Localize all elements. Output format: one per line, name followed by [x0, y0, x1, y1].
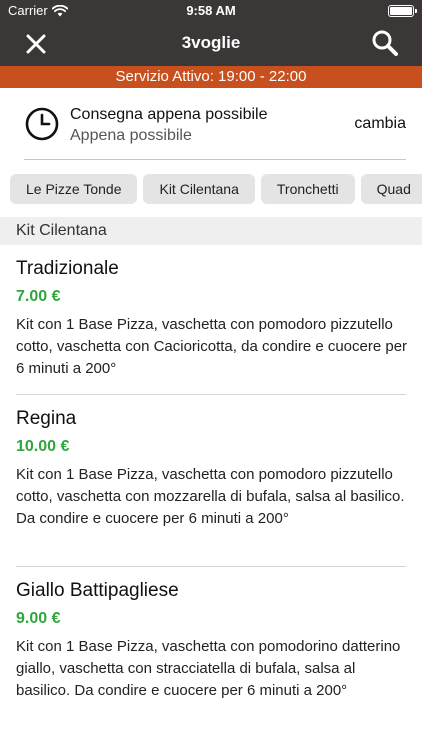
delivery-time-row[interactable]: Consegna appena possibile Appena possibi…	[0, 88, 422, 160]
search-icon	[372, 30, 398, 56]
product-item[interactable]: Tradizionale 7.00 € Kit con 1 Base Pizza…	[0, 258, 422, 388]
product-name: Tradizionale	[16, 258, 119, 279]
divider	[16, 566, 406, 567]
divider	[16, 394, 406, 395]
product-price: 10.00 €	[16, 438, 70, 455]
product-item[interactable]: Regina 10.00 € Kit con 1 Base Pizza, vas…	[0, 408, 422, 560]
divider	[24, 159, 406, 160]
product-name: Regina	[16, 408, 77, 429]
product-description: Kit con 1 Base Pizza, vaschetta con pomo…	[16, 466, 405, 527]
service-hours-banner: Servizio Attivo: 19:00 - 22:00	[0, 66, 422, 88]
product-price: 7.00 €	[16, 288, 61, 305]
category-tab[interactable]: Tronchetti	[260, 174, 355, 204]
page-title: 3voglie	[181, 33, 241, 52]
product-item[interactable]: Giallo Battipagliese 9.00 € Kit con 1 Ba…	[0, 580, 422, 740]
category-tab[interactable]: Le Pizze Tonde	[10, 174, 138, 204]
delivery-time: Appena possibile	[70, 127, 192, 144]
search-button[interactable]	[370, 28, 400, 58]
section-header: Kit Cilentana	[0, 217, 422, 245]
status-bar: Carrier 9:58 AM	[0, 0, 422, 22]
product-price: 9.00 €	[16, 610, 61, 627]
category-tab[interactable]: Kit Cilentana	[143, 174, 255, 204]
clock-icon	[25, 107, 59, 141]
category-tab[interactable]: Quad	[360, 174, 422, 204]
product-description: Kit con 1 Base Pizza, vaschetta con pomo…	[16, 638, 401, 699]
delivery-mode: Consegna appena possibile	[70, 106, 268, 123]
app-header: Carrier 9:58 AM 3voglie	[0, 0, 422, 66]
battery-icon	[388, 5, 417, 17]
change-delivery-button[interactable]: cambia	[354, 115, 406, 133]
product-description: Kit con 1 Base Pizza, vaschetta con pomo…	[16, 316, 408, 377]
clock-time: 9:58 AM	[186, 3, 236, 18]
product-name: Giallo Battipagliese	[16, 580, 179, 601]
category-tabs: Le Pizze Tonde Kit Cilentana Tronchetti …	[10, 174, 422, 204]
